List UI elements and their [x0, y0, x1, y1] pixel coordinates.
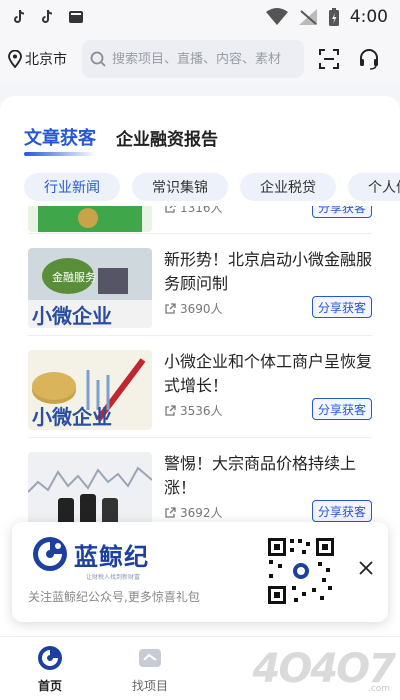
article-views: 3690人 — [164, 300, 223, 317]
article-views: 1316人 — [164, 206, 223, 216]
share-button[interactable]: 分享获客 — [311, 398, 372, 420]
svg-text:金融服务: 金融服务 — [52, 270, 96, 284]
status-bar: 4:00 — [0, 0, 400, 34]
brand-logo: 蓝鲸纪 — [32, 536, 149, 572]
tiktok-icon — [14, 9, 25, 23]
article-thumbnail: 金融服务 小微企业 — [28, 248, 152, 328]
location-pin-icon — [8, 50, 22, 68]
article-thumbnail — [28, 206, 152, 232]
share-out-icon — [165, 404, 176, 416]
project-icon — [139, 649, 161, 667]
banner-text: 关注蓝鲸纪公众号,更多惊喜礼包 — [28, 590, 200, 604]
svg-text:小微企业: 小微企业 — [32, 405, 112, 429]
location-selector[interactable]: 北京市 — [8, 49, 82, 69]
list-item[interactable]: 1316人 分享获客 — [28, 206, 372, 234]
share-button[interactable]: 分享获客 — [311, 296, 372, 318]
qr-code — [266, 536, 336, 606]
news-icon — [69, 11, 83, 23]
article-views: 3536人 — [164, 402, 223, 419]
chip-personal[interactable]: 个人信 — [348, 173, 400, 201]
share-out-icon — [165, 302, 176, 314]
no-signal-icon — [298, 9, 317, 25]
watermark-sub: .com — [367, 684, 390, 694]
top-bar: 北京市 — [0, 34, 400, 84]
nav-home[interactable]: 首页 — [20, 645, 80, 694]
nav-find-project[interactable]: 找项目 — [120, 645, 180, 694]
status-left-icons — [12, 9, 84, 25]
chip-tax-loan[interactable]: 企业税贷 — [240, 173, 336, 201]
list-item[interactable]: 金融服务小微企业 新形势！北京启动小微金融服务顾问制 3690人 分享获客 — [28, 234, 372, 336]
tiktok-icon — [42, 9, 53, 23]
category-chips: 行业新闻 常识集锦 企业税贷 个人信 — [24, 173, 400, 201]
search-icon — [90, 51, 106, 67]
brand-tagline: 让财税人找到新财富 — [86, 574, 141, 581]
article-title: 小微企业和个体工商户呈恢复式增长！ — [164, 352, 372, 395]
list-item[interactable]: 小微企业 小微企业和个体工商户呈恢复式增长！ 3536人 分享获客 — [28, 336, 372, 438]
search-bar[interactable] — [82, 40, 304, 78]
customer-service-icon[interactable] — [358, 48, 380, 70]
article-thumbnail — [28, 452, 152, 532]
whale-logo-icon — [33, 537, 67, 571]
chip-knowledge[interactable]: 常识集锦 — [132, 173, 228, 201]
battery-charging-icon — [328, 8, 339, 26]
status-time: 4:00 — [349, 7, 388, 27]
location-label: 北京市 — [25, 52, 67, 68]
tab-financing-report[interactable]: 企业融资报告 — [116, 125, 218, 150]
article-title: 警惕！大宗商品价格持续上涨！ — [164, 454, 357, 497]
follow-banner[interactable]: 蓝鲸纪 让财税人找到新财富 关注蓝鲸纪公众号,更多惊喜礼包 — [12, 522, 388, 622]
search-input[interactable] — [112, 51, 292, 67]
share-out-icon — [165, 206, 176, 213]
scan-icon[interactable] — [318, 48, 340, 70]
content-tabs: 文章获客 企业融资报告 — [24, 124, 218, 156]
chip-industry-news[interactable]: 行业新闻 — [24, 173, 120, 201]
share-button[interactable]: 分享获客 — [311, 206, 372, 218]
home-icon — [38, 646, 62, 670]
brand-name: 蓝鲸纪 — [74, 542, 149, 571]
share-out-icon — [165, 506, 176, 518]
nav-project-label: 找项目 — [131, 679, 168, 693]
svg-text:小微企业: 小微企业 — [32, 304, 112, 328]
share-button[interactable]: 分享获客 — [311, 500, 372, 522]
nav-home-label: 首页 — [37, 679, 62, 693]
article-title: 新形势！北京启动小微金融服务顾问制 — [164, 250, 372, 293]
wifi-icon — [265, 8, 288, 25]
close-icon[interactable] — [358, 560, 374, 576]
article-views: 3692人 — [164, 504, 223, 521]
tab-article-leads[interactable]: 文章获客 — [24, 124, 96, 156]
article-thumbnail: 小微企业 — [28, 350, 152, 430]
